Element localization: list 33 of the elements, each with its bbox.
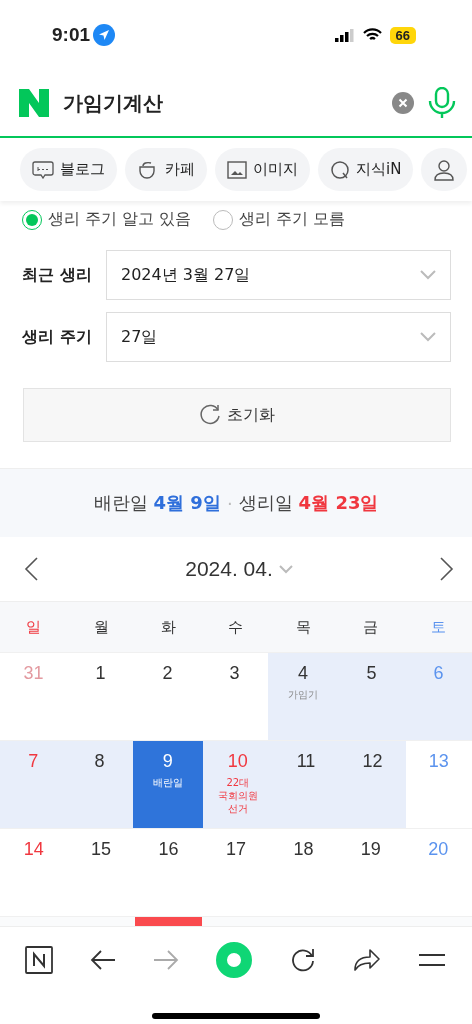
field-label: 생리 주기 (22, 326, 93, 348)
separator-dot: · (226, 492, 233, 514)
weekday-label: 토 (429, 617, 447, 637)
category-chip[interactable]: 블로그 (20, 148, 117, 191)
weekday-label: 일 (25, 617, 43, 637)
category-chip[interactable]: 이미지 (215, 148, 310, 191)
weekday-label: 수 (227, 617, 245, 637)
battery-level: 66 (389, 26, 416, 44)
radio-option[interactable]: 생리 주기 모름 (213, 209, 346, 230)
dropdown-field[interactable]: 2024년 3월 27일 (106, 250, 451, 300)
category-chip[interactable]: 지식iN (318, 148, 414, 191)
calendar-day[interactable]: 9 배란일 (132, 741, 203, 828)
weekday-label: 금 (362, 617, 380, 637)
radio-option[interactable]: 생리 주기 알고 있음 (22, 209, 192, 230)
calendar-day[interactable]: 4 가임기 (268, 653, 338, 740)
reset-button[interactable]: 초기화 (23, 388, 451, 442)
calendar-day[interactable]: 8 (66, 741, 133, 828)
month-selector[interactable]: 2024. 04. (179, 556, 299, 582)
clock-time: 9:01 (52, 24, 91, 46)
weekday-label: 월 (92, 617, 110, 637)
calendar-day[interactable]: 5 (338, 653, 405, 740)
ovulation-date: 4월 9일 (153, 491, 221, 515)
calendar-day[interactable]: 12 (339, 741, 406, 828)
ovulation-label: 배란일 (93, 491, 148, 515)
dropdown-field[interactable]: 27일 (106, 312, 451, 362)
calendar-day[interactable]: 11 (272, 741, 340, 828)
search-query[interactable]: 가임기계산 (63, 89, 378, 117)
weekday-label: 목 (294, 617, 312, 637)
field-label: 최근 생리 (22, 264, 93, 286)
period-date: 4월 23일 (298, 491, 379, 515)
weekday-label: 화 (160, 617, 178, 637)
period-label: 생리일 (238, 491, 293, 515)
category-chip[interactable]: 카페 (125, 148, 207, 191)
